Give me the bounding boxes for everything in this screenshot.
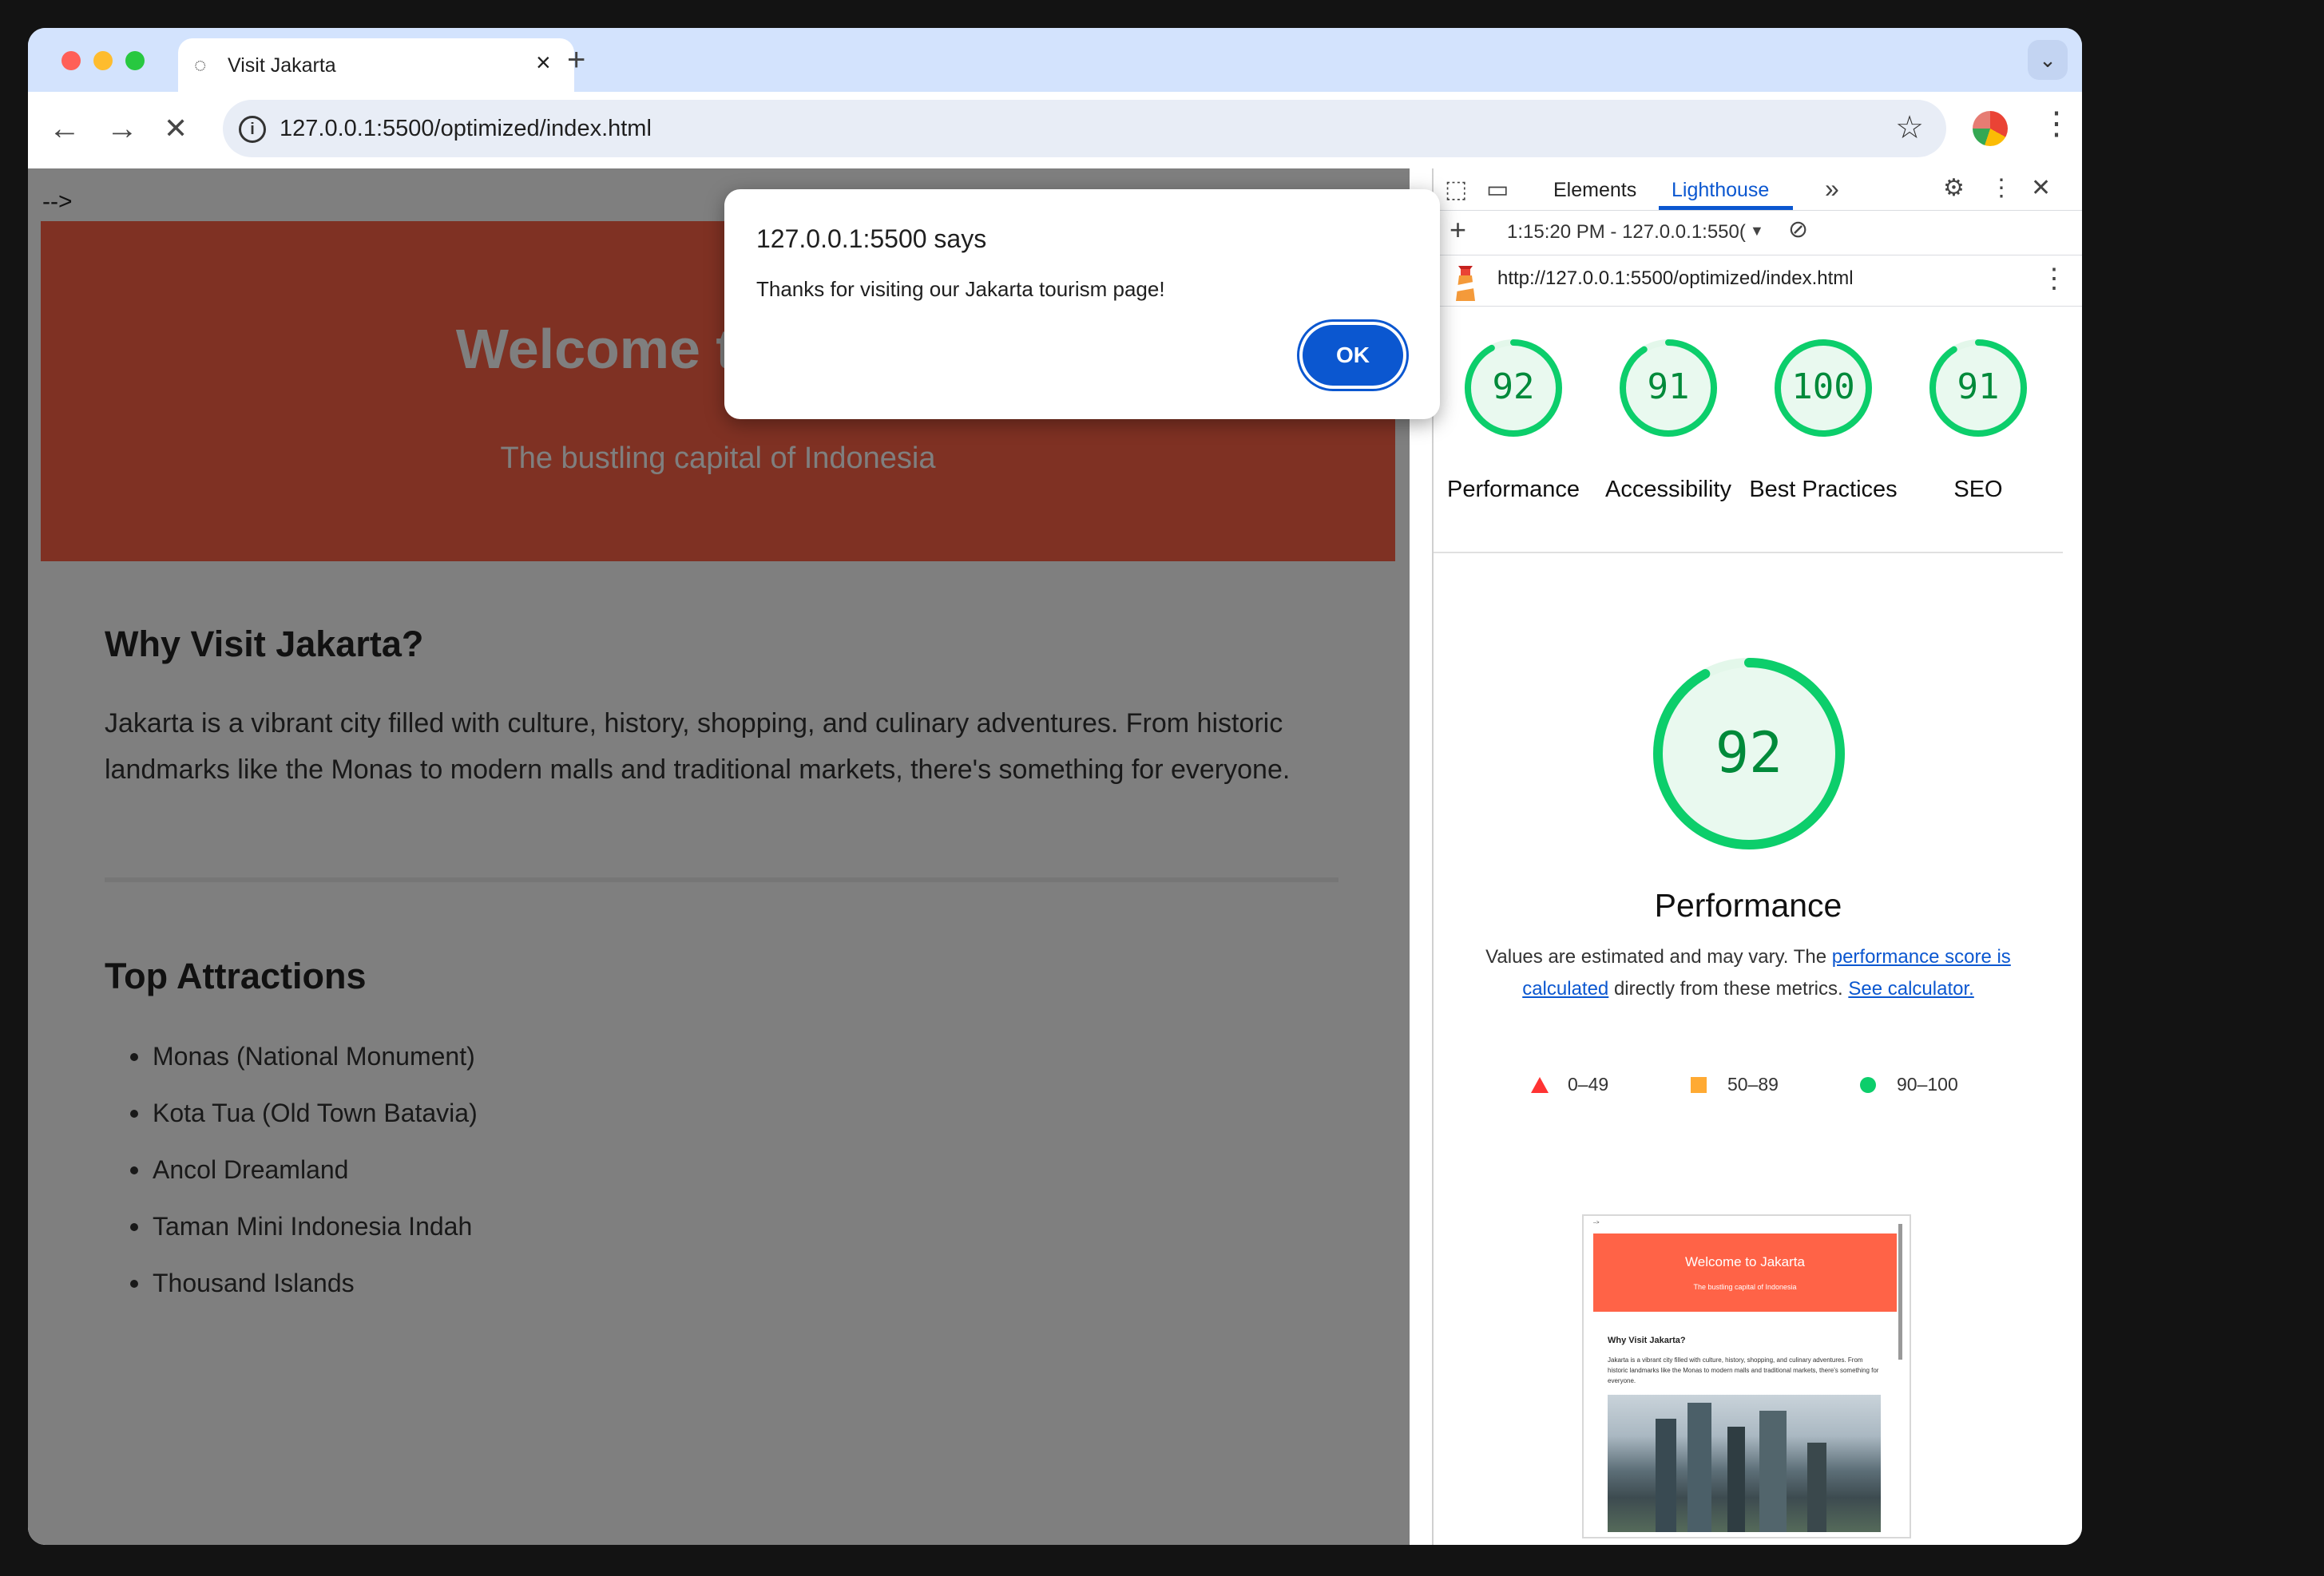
new-report-icon[interactable]: + — [1450, 216, 1466, 244]
legend-pass: 90–100 — [1860, 1074, 1958, 1095]
thumb-building — [1687, 1403, 1711, 1532]
performance-main-gauge: 92 — [1653, 658, 1845, 849]
browser-toolbar: ← → ✕ i 127.0.0.1:5500/optimized/index.h… — [28, 92, 2082, 168]
legend-average: 50–89 — [1691, 1074, 1779, 1095]
thumb-building — [1656, 1419, 1676, 1532]
legend-range: 0–49 — [1568, 1074, 1609, 1095]
thumb-building — [1759, 1411, 1787, 1532]
minimize-window-button[interactable] — [93, 51, 113, 70]
site-info-icon[interactable]: i — [239, 116, 266, 143]
lighthouse-icon — [1456, 266, 1475, 301]
seo-gauge[interactable]: 91 — [1926, 336, 2030, 440]
report-selector[interactable]: 1:15:20 PM - 127.0.0.1:550( — [1507, 221, 1746, 244]
address-url[interactable]: 127.0.0.1:5500/optimized/index.html — [280, 116, 652, 142]
square-icon — [1691, 1077, 1707, 1093]
seo-label: SEO — [1953, 477, 2003, 502]
devtools-panel: ⬚ ▭ Elements Lighthouse » ⚙ ⋮ ✕ + 1:15:2… — [1432, 168, 2082, 1545]
zoom-window-button[interactable] — [125, 51, 145, 70]
devtools-menu-icon[interactable]: ⋮ — [1989, 176, 2013, 200]
divider — [1434, 552, 2063, 553]
thumb-hero-subtitle: The bustling capital of Indonesia — [1693, 1283, 1797, 1291]
report-menu-icon[interactable]: ⋮ — [2040, 263, 2068, 295]
device-toolbar-icon[interactable]: ▭ — [1486, 178, 1509, 202]
seo-score: 91 — [1957, 366, 2000, 407]
more-tabs-icon[interactable]: » — [1825, 176, 1839, 201]
forward-button[interactable]: → — [106, 109, 138, 148]
lighthouse-toolbar: + 1:15:20 PM - 127.0.0.1:550( ▼ ⊘ — [1434, 210, 2082, 255]
clear-icon[interactable]: ⊘ — [1788, 218, 1808, 242]
address-bar[interactable]: i 127.0.0.1:5500/optimized/index.html ☆ — [223, 100, 1946, 157]
browser-menu-icon[interactable]: ⋮ — [2040, 108, 2072, 140]
description-text: Values are estimated and may vary. The — [1485, 946, 1832, 968]
best-practices-label: Best Practices — [1749, 477, 1898, 502]
browser-tab[interactable]: ◌ Visit Jakarta × — [178, 38, 574, 92]
tab-close-icon[interactable]: × — [536, 49, 551, 75]
close-window-button[interactable] — [61, 51, 81, 70]
description-text: directly from these metrics. — [1608, 978, 1849, 1000]
report-url-bar: http://127.0.0.1:5500/optimized/index.ht… — [1434, 255, 2082, 307]
see-calculator-link[interactable]: See calculator. — [1848, 978, 1973, 1000]
close-devtools-icon[interactable]: ✕ — [2031, 176, 2051, 200]
legend-range: 50–89 — [1727, 1074, 1779, 1095]
tab-search-button[interactable]: ⌄ — [2028, 40, 2068, 80]
best-practices-gauge[interactable]: 100 — [1771, 336, 1875, 440]
thumb-building — [1807, 1443, 1826, 1532]
new-tab-button[interactable]: + — [567, 44, 585, 76]
profile-avatar[interactable] — [1973, 111, 2008, 146]
tab-title: Visit Jakarta — [228, 54, 336, 77]
thumb-text: Jakarta is a vibrant city filled with cu… — [1608, 1356, 1879, 1384]
legend-fail: 0–49 — [1531, 1074, 1608, 1095]
thumb-hero: Welcome to Jakarta The bustling capital … — [1593, 1233, 1897, 1312]
tab-strip: ◌ Visit Jakarta × + ⌄ — [28, 28, 2082, 92]
dialog-title: 127.0.0.1:5500 says — [756, 224, 987, 253]
triangle-icon — [1531, 1077, 1549, 1093]
performance-description: Values are estimated and may vary. The p… — [1473, 941, 2023, 1005]
thumb-hero-title: Welcome to Jakarta — [1685, 1254, 1805, 1269]
tab-lighthouse[interactable]: Lighthouse — [1672, 179, 1769, 202]
page-screenshot-thumbnail[interactable]: --> Welcome to Jakarta The bustling capi… — [1582, 1214, 1911, 1538]
bookmark-star-icon[interactable]: ☆ — [1895, 109, 1924, 146]
alert-dialog: 127.0.0.1:5500 says Thanks for visiting … — [724, 189, 1440, 419]
performance-gauge[interactable]: 92 — [1461, 336, 1565, 440]
back-button[interactable]: ← — [49, 109, 81, 148]
thumb-comment: --> — [1593, 1221, 1600, 1226]
accessibility-score: 91 — [1648, 366, 1690, 407]
best-practices-score: 100 — [1791, 366, 1854, 407]
thumb-building — [1727, 1427, 1745, 1532]
ok-button[interactable]: OK — [1303, 325, 1403, 386]
legend-range: 90–100 — [1897, 1074, 1958, 1095]
thumb-heading: Why Visit Jakarta? — [1608, 1336, 1686, 1345]
report-url: http://127.0.0.1:5500/optimized/index.ht… — [1497, 267, 1854, 289]
thumb-scrollbar — [1898, 1224, 1902, 1360]
settings-gear-icon[interactable]: ⚙ — [1943, 176, 1965, 200]
chevron-down-icon[interactable]: ▼ — [1750, 223, 1764, 240]
accessibility-gauge[interactable]: 91 — [1616, 336, 1720, 440]
performance-score: 92 — [1493, 366, 1535, 407]
devtools-tabbar: ⬚ ▭ Elements Lighthouse » ⚙ ⋮ ✕ — [1434, 168, 2082, 211]
browser-window: ◌ Visit Jakarta × + ⌄ ← → ✕ i 127.0.0.1:… — [28, 28, 2082, 1545]
accessibility-label: Accessibility — [1605, 477, 1731, 502]
performance-main-score: 92 — [1715, 720, 1783, 786]
thumb-city-image — [1608, 1395, 1881, 1532]
performance-label: Performance — [1446, 477, 1580, 502]
tab-elements[interactable]: Elements — [1553, 179, 1636, 202]
inspect-element-icon[interactable]: ⬚ — [1445, 178, 1467, 202]
circle-icon — [1860, 1077, 1876, 1093]
loading-icon: ◌ — [194, 53, 207, 77]
performance-heading: Performance — [1654, 887, 1842, 924]
dialog-message: Thanks for visiting our Jakarta tourism … — [756, 277, 1165, 301]
stop-loading-button[interactable]: ✕ — [164, 109, 188, 148]
